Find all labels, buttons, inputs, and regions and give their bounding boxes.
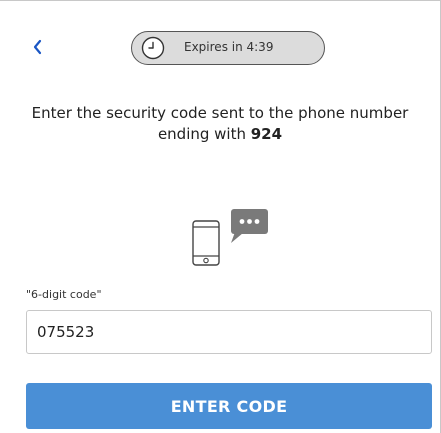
- code-field-label: "6-digit code": [26, 288, 102, 301]
- code-input[interactable]: [26, 310, 432, 354]
- security-code-screen: Expires in 4:39 Enter the security code …: [0, 0, 441, 433]
- enter-code-button[interactable]: ENTER CODE: [26, 383, 432, 429]
- phone-message-icon: [192, 209, 268, 266]
- back-button[interactable]: [26, 35, 50, 59]
- phone-last-digits: 924: [250, 125, 283, 143]
- chevron-left-icon: [33, 39, 42, 55]
- instruction-message: Enter the security code sent to the phon…: [20, 103, 420, 145]
- timer-text: Expires in 4:39: [184, 40, 274, 54]
- clock-icon: [141, 36, 165, 60]
- expiry-timer: Expires in 4:39: [131, 31, 325, 65]
- instruction-text: Enter the security code sent to the phon…: [31, 104, 409, 143]
